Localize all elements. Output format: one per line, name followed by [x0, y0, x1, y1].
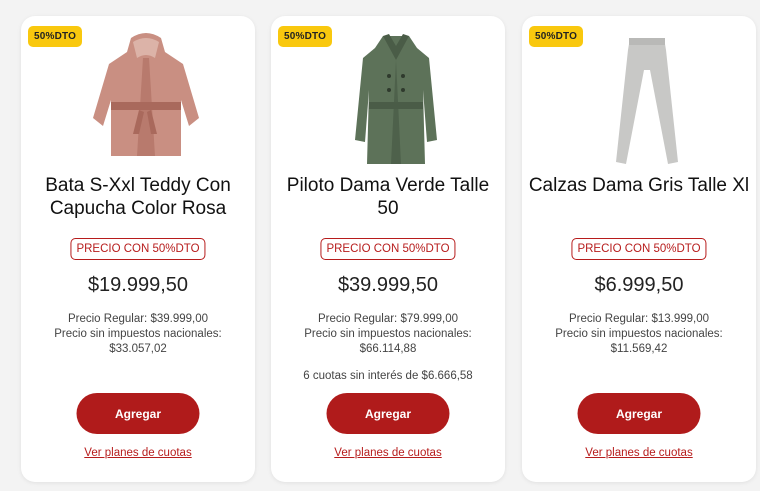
leggings-image[interactable]: [582, 30, 712, 170]
promo-label: PRECIO CON 50%DTO: [571, 238, 707, 260]
promo-label: PRECIO CON 50%DTO: [70, 238, 206, 260]
regular-price: Precio Regular: $13.999,00: [568, 313, 709, 325]
price-details: Precio Regular: $13.999,00 Precio sin im…: [532, 312, 746, 357]
tax-free-label: Precio sin impuestos nacionales:: [54, 328, 222, 340]
installment-plans-link[interactable]: Ver planes de cuotas: [271, 447, 505, 459]
tax-free-value: $33.057,02: [109, 343, 167, 355]
bathrobe-image[interactable]: [81, 30, 211, 170]
regular-price: Precio Regular: $79.999,00: [317, 313, 458, 325]
product-card[interactable]: 50%DTO Bata S-Xxl Teddy Con Capucha Colo…: [21, 16, 255, 482]
trench-coat-image[interactable]: [331, 30, 461, 170]
product-title[interactable]: Bata S-Xxl Teddy Con Capucha Color Rosa: [27, 174, 249, 220]
promo-label: PRECIO CON 50%DTO: [320, 238, 456, 260]
tax-free-value: $66.114,88: [359, 343, 417, 355]
product-price: $19.999,50: [87, 274, 189, 296]
discount-badge: 50%DTO: [278, 26, 333, 47]
product-title[interactable]: Calzas Dama Gris Talle Xl: [528, 174, 750, 197]
regular-price: Precio Regular: $39.999,00: [67, 313, 208, 325]
price-details: Precio Regular: $39.999,00 Precio sin im…: [31, 312, 245, 357]
add-to-cart-button[interactable]: Agregar: [76, 393, 200, 434]
product-card[interactable]: 50%DTO Calzas Dama Gris Talle Xl PRECIO …: [522, 16, 756, 482]
installment-plans-link[interactable]: Ver planes de cuotas: [522, 447, 756, 459]
price-details: Precio Regular: $79.999,00 Precio sin im…: [281, 312, 495, 357]
add-to-cart-button[interactable]: Agregar: [326, 393, 450, 434]
add-to-cart-button[interactable]: Agregar: [577, 393, 701, 434]
discount-badge: 50%DTO: [529, 26, 584, 47]
discount-badge: 50%DTO: [28, 26, 83, 47]
installments-text: 6 cuotas sin interés de $6.666,58: [303, 370, 473, 382]
product-price: $39.999,50: [337, 274, 439, 296]
product-title[interactable]: Piloto Dama Verde Talle 50: [277, 174, 499, 220]
tax-free-value: $11.569,42: [610, 343, 668, 355]
product-price: $6.999,50: [594, 274, 684, 296]
product-card[interactable]: 50%DTO Piloto Dama Verde Talle 50 PRECIO…: [271, 16, 505, 482]
tax-free-label: Precio sin impuestos nacionales:: [555, 328, 723, 340]
installment-plans-link[interactable]: Ver planes de cuotas: [21, 447, 255, 459]
tax-free-label: Precio sin impuestos nacionales:: [304, 328, 472, 340]
